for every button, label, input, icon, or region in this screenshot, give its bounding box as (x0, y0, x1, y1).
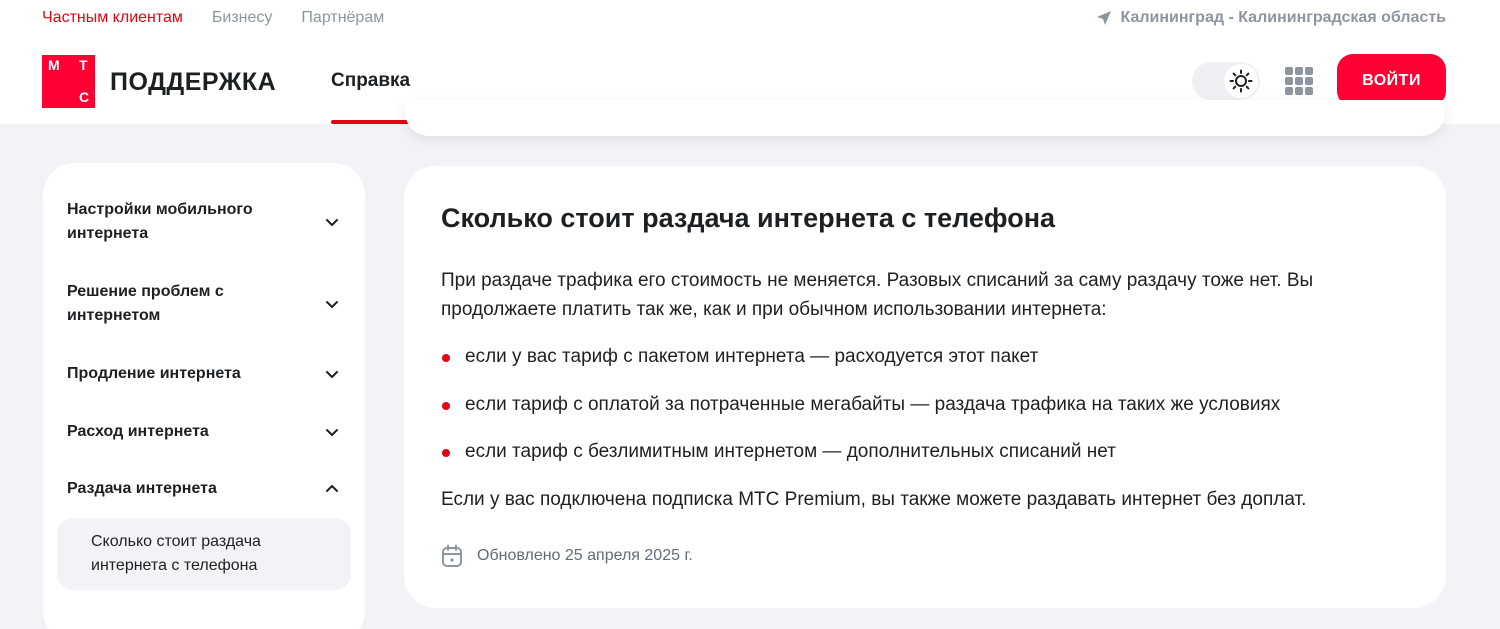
article-outro: Если у вас подключена подписка МТС Premi… (441, 489, 1307, 510)
article-card: Сколько стоит раздача интернета с телефо… (404, 166, 1446, 608)
sidebar-item-label: Продление интернета (67, 365, 241, 382)
chevron-up-icon (326, 485, 338, 492)
theme-knob (1224, 64, 1258, 98)
sidebar-item-label: Раздача интернета (67, 480, 217, 497)
search-panel-edge (405, 100, 1445, 136)
mts-logo[interactable]: М Т С (42, 55, 95, 108)
top-nav-partners[interactable]: Партнёрам (301, 9, 384, 27)
list-item: если у вас тариф с пакетом интернета — р… (441, 344, 1038, 370)
article-intro: При раздаче трафика его стоимость не мен… (441, 270, 1314, 320)
list-item: если тариф с безлимитным интернетом — до… (441, 439, 1116, 465)
sun-icon (1229, 69, 1253, 93)
sidebar-item-sharing[interactable]: Раздача интернета (67, 477, 343, 501)
top-nav: Частным клиентам Бизнесу Партнёрам (42, 9, 413, 27)
tab-help[interactable]: Справка (331, 70, 410, 92)
sidebar-item-usage[interactable]: Расход интернета (67, 420, 343, 444)
logo-letter-t: Т (79, 57, 88, 73)
calendar-icon (442, 544, 462, 567)
sidebar-item-label: Расход интернета (67, 423, 209, 440)
updated-label: Обновлено 25 апреля 2025 г. (477, 547, 693, 564)
location-arrow-icon (1097, 11, 1112, 25)
chevron-down-icon (326, 429, 338, 436)
logo-letter-s: С (79, 89, 90, 105)
logo-letter-m: М (48, 57, 60, 73)
sidebar-subitem-sharing-cost[interactable]: Сколько стоит раздача интернета с телефо… (57, 518, 351, 590)
region-label: Калининград - Калининградская область (1120, 9, 1446, 26)
top-nav-private[interactable]: Частным клиентам (42, 9, 183, 27)
theme-toggle[interactable] (1192, 62, 1260, 100)
article-title: Сколько стоит раздача интернета с телефо… (441, 203, 1056, 233)
updated-date: Обновлено 25 апреля 2025 г. (441, 544, 693, 568)
top-nav-business[interactable]: Бизнесу (212, 9, 273, 27)
brand-title: ПОДДЕРЖКА (110, 68, 277, 96)
sidebar-item-label: Настройки мобильного интернета (67, 201, 253, 242)
chevron-down-icon (326, 371, 338, 378)
sidebar-item-label: Решение проблем с интернетом (67, 283, 224, 324)
sidebar: Настройки мобильного интернета Решение п… (43, 163, 365, 629)
sidebar-item-troubleshooting[interactable]: Решение проблем с интернетом (67, 280, 343, 328)
chevron-down-icon (326, 301, 338, 308)
tab-active-indicator (331, 120, 413, 124)
sidebar-item-mobile-settings[interactable]: Настройки мобильного интернета (67, 198, 343, 246)
region-selector[interactable]: Калининград - Калининградская область (1096, 9, 1446, 27)
apps-grid-icon[interactable] (1285, 67, 1313, 95)
list-item: если тариф с оплатой за потраченные мега… (441, 392, 1280, 418)
chevron-down-icon (326, 219, 338, 226)
sidebar-item-renewal[interactable]: Продление интернета (67, 362, 343, 386)
